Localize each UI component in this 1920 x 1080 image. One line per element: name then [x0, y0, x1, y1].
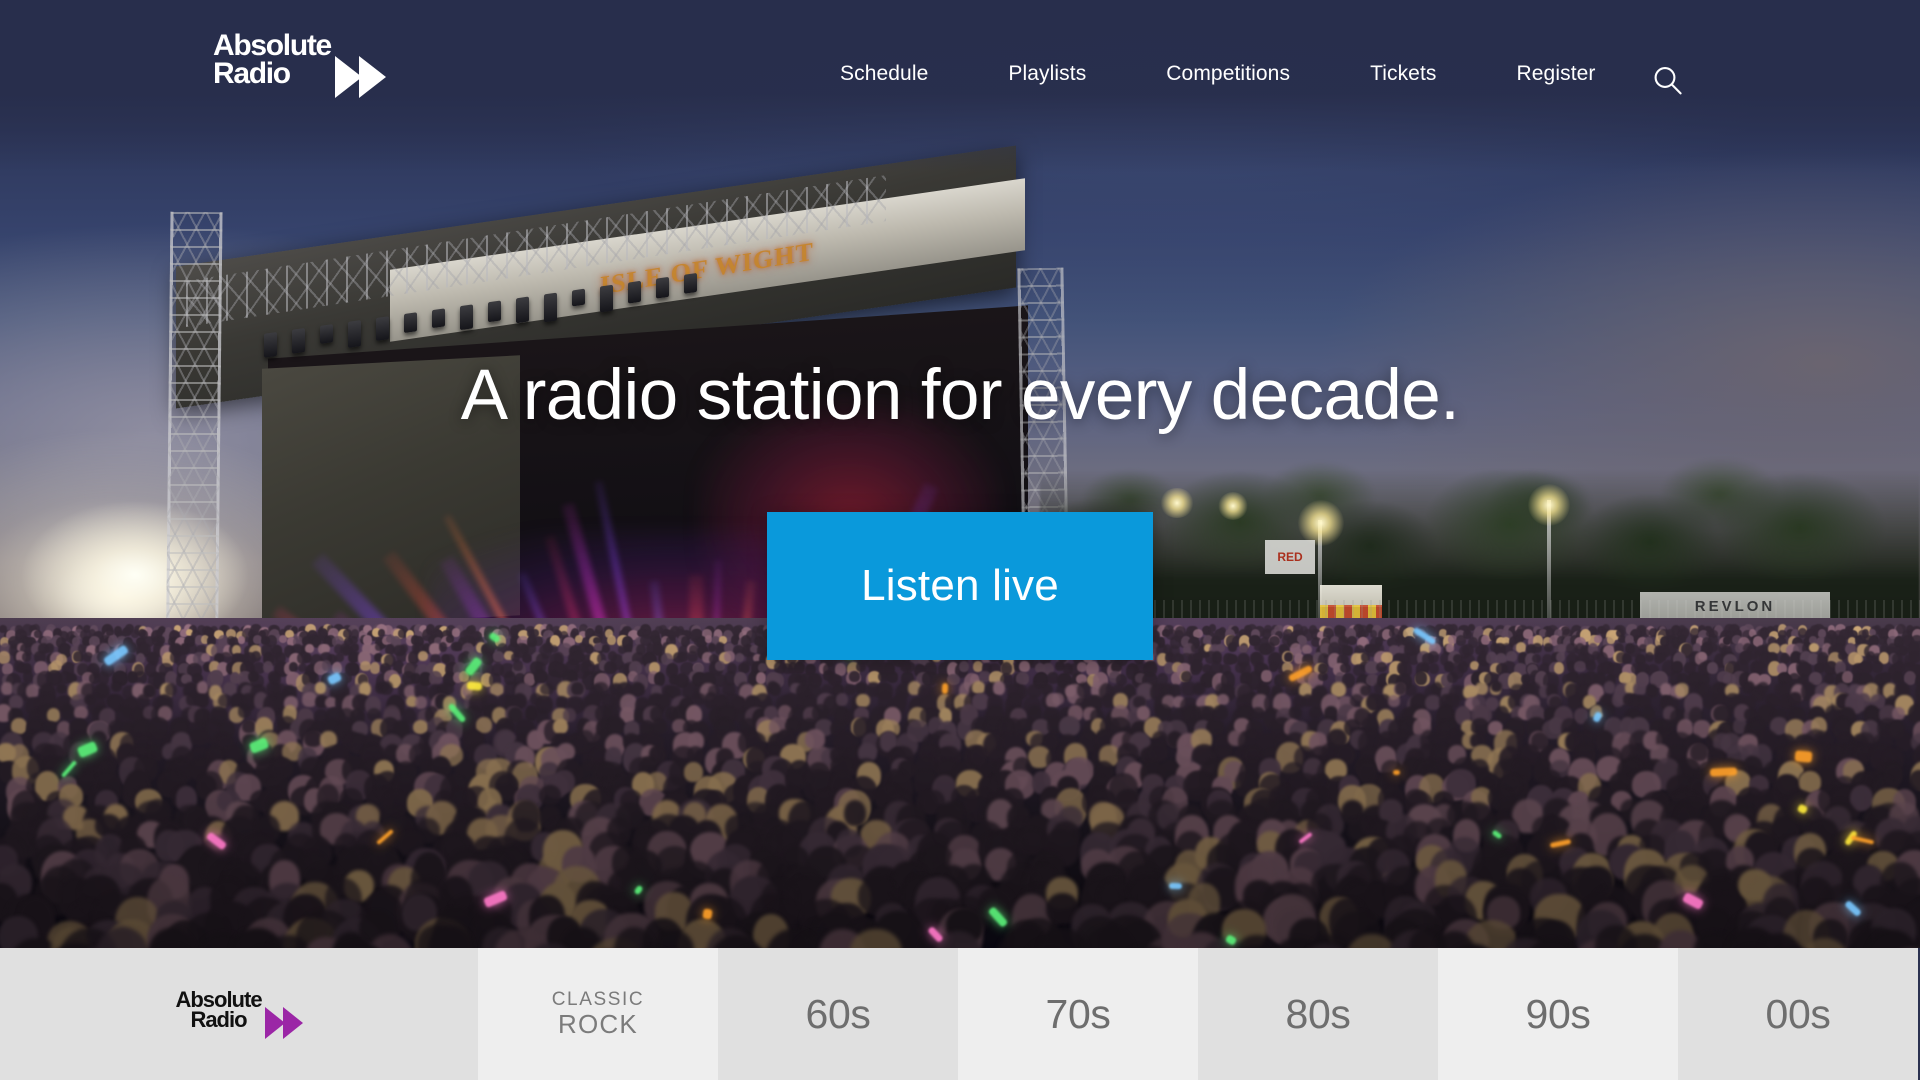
station-label: 70s: [1045, 990, 1111, 1037]
nav-item-competitions[interactable]: Competitions: [1126, 62, 1330, 86]
station-logo-wordmark: Absolute Radio: [175, 988, 262, 1032]
triangle-2: [358, 56, 386, 98]
station-tab-80s[interactable]: 80s: [1198, 948, 1438, 1080]
station-tab-absolute-radio[interactable]: Absolute Radio: [0, 948, 478, 1080]
station-label: 00s: [1765, 990, 1831, 1037]
crowd-glow-light: [702, 908, 713, 920]
nav-item-register[interactable]: Register: [1477, 62, 1636, 86]
lamp-glow-2: [1528, 484, 1570, 526]
station-label-line2: ROCK: [558, 1009, 638, 1040]
station-logo-line2: Radio: [190, 1006, 247, 1032]
station-logo: Absolute Radio: [175, 988, 303, 1039]
main-navigation: Schedule Playlists Competitions Tickets Regi…: [800, 62, 1636, 86]
hero-headline: A radio station for every decade.: [460, 356, 1460, 435]
crowd-glow-light: [1794, 750, 1813, 763]
nav-item-schedule[interactable]: Schedule: [800, 62, 968, 86]
station-tab-70s[interactable]: 70s: [958, 948, 1198, 1080]
lamp-glow-4: [1218, 492, 1248, 520]
triangle-2: [282, 1006, 303, 1039]
nav-item-tickets[interactable]: Tickets: [1330, 62, 1476, 86]
site-logo[interactable]: Absolute Radio: [213, 29, 386, 98]
crowd-glow-light: [1393, 770, 1400, 775]
crowd-glow-light: [941, 682, 949, 695]
crowd-glow-light: [1168, 882, 1183, 890]
triangle-1: [264, 1006, 285, 1039]
search-icon: [1654, 67, 1682, 95]
site-header: Absolute Radio Schedule Playlists Competit…: [0, 0, 1920, 172]
nav-item-playlists[interactable]: Playlists: [968, 62, 1126, 86]
station-tab-90s[interactable]: 90s: [1438, 948, 1678, 1080]
search-button[interactable]: [1645, 58, 1691, 104]
crowd-texture: [0, 618, 1920, 948]
page-root: ISLE OF WIGHT RED REVLON A radio station…: [0, 0, 1920, 1080]
triangle-1: [334, 56, 362, 98]
site-logo-line1: Absolute: [213, 29, 332, 62]
station-label: 90s: [1525, 990, 1591, 1037]
lamp-glow-3: [1160, 488, 1194, 518]
listen-live-button[interactable]: Listen live: [767, 512, 1153, 660]
station-tab-classic-rock[interactable]: CLASSIC ROCK: [478, 948, 718, 1080]
field-sign: RED: [1265, 540, 1315, 574]
station-tab-60s[interactable]: 60s: [718, 948, 958, 1080]
double-triangle-forward-icon: [334, 56, 386, 98]
station-label: CLASSIC ROCK: [552, 989, 645, 1039]
crowd-glow-light: [466, 681, 483, 691]
crowd: [0, 618, 1920, 948]
station-label: 80s: [1285, 990, 1351, 1037]
double-triangle-forward-icon: [264, 1006, 303, 1039]
site-logo-line2: Radio: [213, 56, 291, 90]
station-tab-00s[interactable]: 00s: [1678, 948, 1918, 1080]
station-selector-bar: Absolute Radio CLASSIC ROCK 60s 70s 80s 90s 00s: [0, 948, 1920, 1080]
crowd-glow-light: [1709, 767, 1738, 777]
site-logo-wordmark: Absolute Radio: [213, 29, 332, 90]
station-label: 60s: [805, 990, 871, 1037]
station-label-line1: CLASSIC: [551, 988, 645, 1010]
